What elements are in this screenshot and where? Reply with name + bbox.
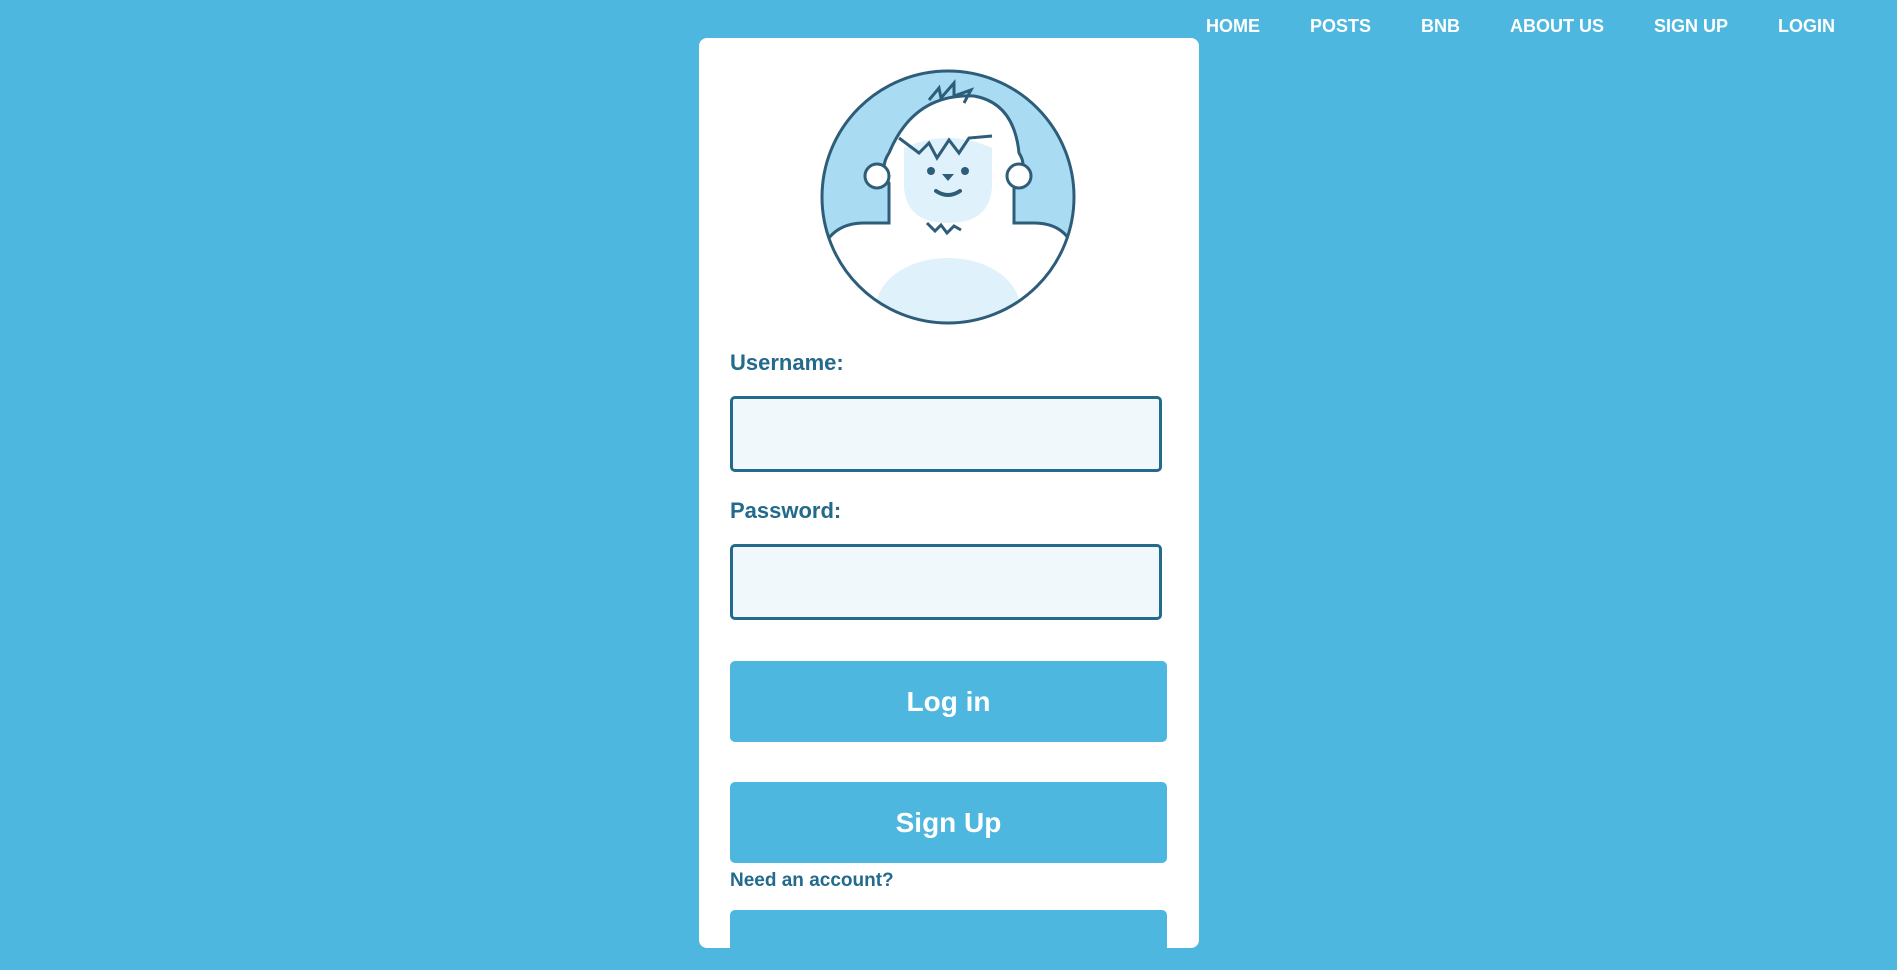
sign-up-button[interactable]: Sign Up (730, 782, 1167, 863)
login-button[interactable]: Log in (730, 661, 1167, 742)
username-input[interactable] (730, 396, 1162, 472)
nav-sign-up[interactable]: SIGN UP (1654, 16, 1728, 37)
nav-bnb[interactable]: BNB (1421, 16, 1460, 37)
nav-home[interactable]: HOME (1206, 16, 1260, 37)
nav-login[interactable]: LOGIN (1778, 16, 1835, 37)
partial-button[interactable] (730, 910, 1167, 970)
username-label: Username: (730, 350, 844, 375)
password-input[interactable] (730, 544, 1162, 620)
top-nav: HOME POSTS BNB ABOUT US SIGN UP LOGIN (1206, 16, 1885, 37)
login-card: Username: Password: Log in Sign Up Need … (699, 38, 1199, 970)
password-label: Password: (730, 498, 842, 523)
nav-about-us[interactable]: ABOUT US (1510, 16, 1604, 37)
need-account-text: Need an account? (730, 870, 894, 891)
nav-posts[interactable]: POSTS (1310, 16, 1371, 37)
yeti-avatar-icon (819, 68, 1077, 326)
